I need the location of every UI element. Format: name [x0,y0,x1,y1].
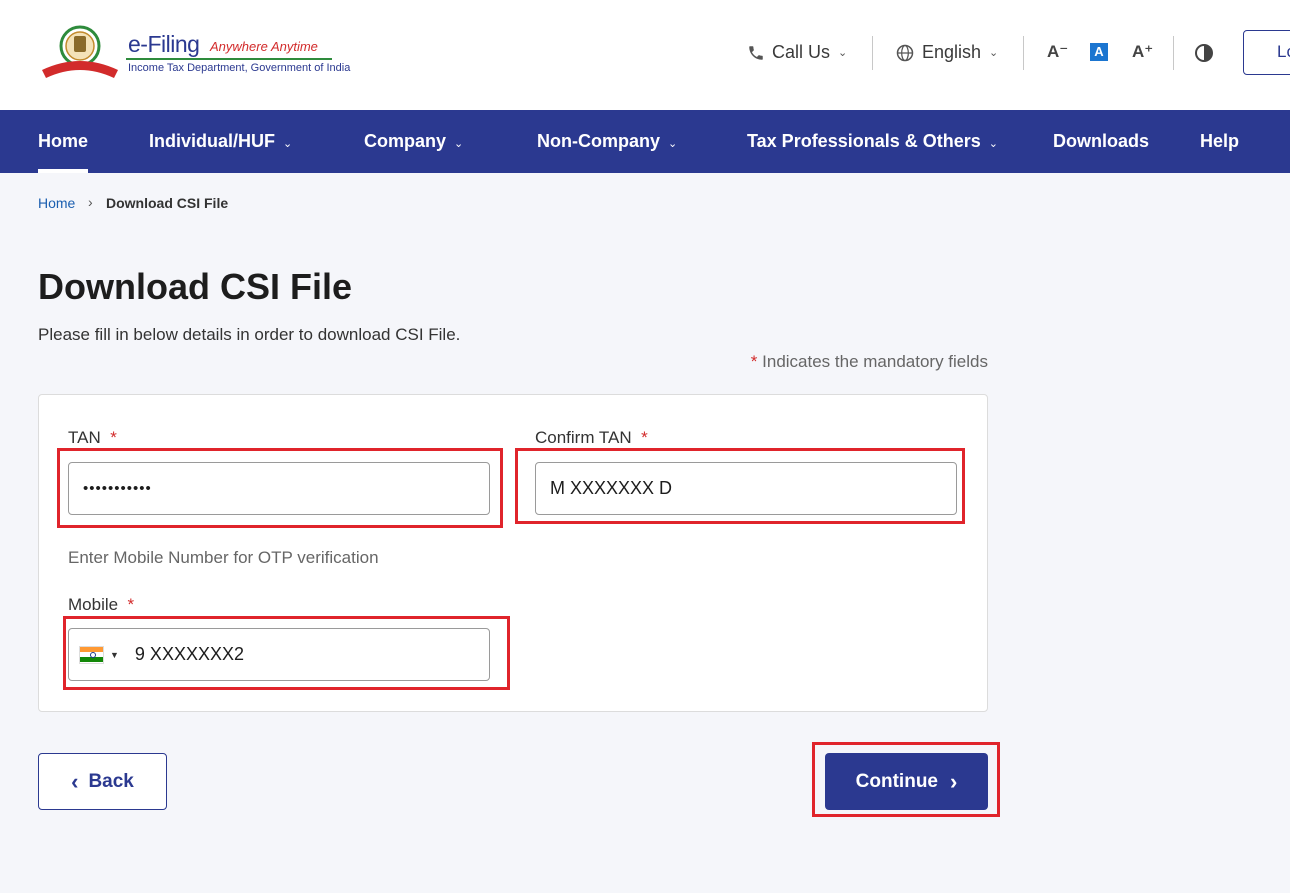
call-us-label: Call Us [772,42,831,62]
header-divider [1173,36,1174,70]
mandatory-note-text: Indicates the mandatory fields [757,352,988,371]
chevron-down-icon: ⌄ [988,138,998,150]
language-dropdown[interactable]: English ⌄ [895,42,998,63]
site-header: e-Filing Anywhere Anytime Income Tax Dep… [0,0,1290,110]
chevron-down-icon: ⌄ [668,138,678,150]
nav-item-company[interactable]: Company ⌄ [364,110,463,173]
header-divider [872,36,873,70]
main-navigation: Home Individual/HUF ⌄ Company ⌄ Non-Compan… [0,110,1290,173]
font-default-button[interactable]: A [1090,43,1108,61]
nav-item-label: Help [1200,131,1240,151]
mobile-label: Mobile * [68,595,134,615]
logo-title: e-Filing [128,31,200,57]
logo-subtitle: Income Tax Department, Government of Ind… [128,62,351,74]
income-tax-emblem-icon[interactable] [38,22,122,82]
confirm-tan-label-text: Confirm TAN [535,428,632,447]
header-divider [1023,36,1024,70]
nav-item-help[interactable]: Help [1200,110,1239,173]
nav-item-label: Individual/HUF [149,131,275,151]
nav-item-tax-professionals[interactable]: Tax Professionals & Others ⌄ [747,110,998,173]
call-us-dropdown[interactable]: Call Us ⌄ [747,42,847,63]
contrast-toggle-icon[interactable] [1195,44,1213,62]
breadcrumb-separator-icon: › [88,194,93,210]
back-button-label: Back [88,770,134,792]
breadcrumb-current: Download CSI File [106,195,229,211]
nav-item-non-company[interactable]: Non-Company ⌄ [537,110,677,173]
chevron-left-icon: ‹ [71,768,79,794]
mobile-otp-hint: Enter Mobile Number for OTP verification [68,548,379,567]
login-button[interactable]: Lo [1243,30,1290,75]
tan-label: TAN * [68,428,117,448]
mobile-label-text: Mobile [68,595,119,614]
font-increase-button[interactable]: A⁺ [1132,42,1153,62]
page-title: Download CSI File [38,266,353,307]
back-button[interactable]: ‹ Back [38,753,167,810]
highlight-box [515,448,965,524]
required-star: * [110,428,117,447]
chevron-down-icon: ⌄ [283,138,293,150]
nav-item-label: Non-Company [537,131,660,151]
phone-icon [749,45,763,60]
nav-item-label: Downloads [1053,131,1150,151]
highlight-box [812,742,1000,817]
nav-item-downloads[interactable]: Downloads [1053,110,1149,173]
nav-item-label: Home [38,131,89,151]
confirm-tan-label: Confirm TAN * [535,428,648,448]
logo-tagline: Anywhere Anytime [210,39,318,54]
required-star: * [127,595,135,614]
logo-divider [126,58,332,60]
required-star: * [641,428,648,447]
highlight-box [57,448,503,528]
chevron-down-icon: ⌄ [989,47,999,59]
language-label: English [922,42,982,62]
font-decrease-button[interactable]: A⁻ [1047,42,1068,62]
globe-icon [896,44,914,61]
highlight-box [63,616,510,690]
tan-label-text: TAN [68,428,101,447]
nav-item-label: Company [364,131,447,151]
breadcrumb-home-link[interactable]: Home [38,195,75,211]
nav-item-home[interactable]: Home [38,110,89,173]
mandatory-note: * Indicates the mandatory fields [751,352,988,372]
chevron-down-icon: ⌄ [454,138,464,150]
nav-item-label: Tax Professionals & Others [747,131,981,151]
nav-item-individual-huf[interactable]: Individual/HUF ⌄ [149,110,292,173]
page-description: Please fill in below details in order to… [38,325,461,344]
chevron-down-icon: ⌄ [838,47,848,59]
